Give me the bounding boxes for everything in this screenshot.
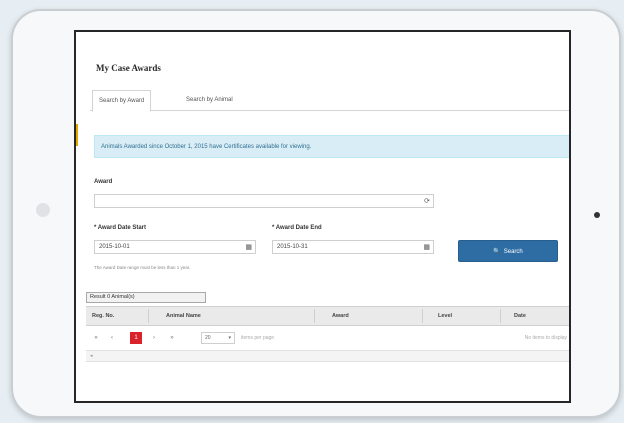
column-divider xyxy=(422,309,423,323)
per-page-value: 20 xyxy=(205,335,211,341)
tab-search-by-award[interactable]: Search by Award xyxy=(92,90,152,112)
date-end-value: 2015-10-31 xyxy=(277,244,308,250)
pager: « ‹ 1 › » 20 ▾ items per page No items t… xyxy=(86,328,569,350)
date-end-label: * Award Date End xyxy=(272,225,322,231)
refresh-icon[interactable]: ⟳ xyxy=(424,197,430,206)
next-page-button[interactable]: › xyxy=(148,332,160,344)
calendar-icon[interactable]: ▦ xyxy=(423,243,430,252)
last-page-button[interactable]: » xyxy=(166,332,178,344)
search-button-label: Search xyxy=(503,249,523,255)
date-end-input[interactable]: 2015-10-31 ▦ xyxy=(272,240,434,254)
home-icon xyxy=(36,203,50,217)
first-page-button[interactable]: « xyxy=(90,332,102,344)
date-start-value: 2015-10-01 xyxy=(99,244,130,250)
tab-search-by-animal[interactable]: Search by Animal xyxy=(180,90,239,110)
scroll-handle-icon[interactable]: ◂ xyxy=(90,351,93,361)
per-page-select[interactable]: 20 ▾ xyxy=(201,332,235,344)
chevron-down-icon: ▾ xyxy=(228,335,231,341)
date-start-label: * Award Date Start xyxy=(94,225,147,231)
grid-header: Reg. No. Animal Name Award Level Date xyxy=(86,306,569,326)
column-divider xyxy=(314,309,315,323)
date-range-hint: The Award Date range must be less than 1… xyxy=(94,265,191,270)
app-screen: My Case Awards Search by Award Search by… xyxy=(74,30,571,403)
column-award[interactable]: Award xyxy=(332,307,349,325)
column-divider xyxy=(148,309,149,323)
date-start-input[interactable]: 2015-10-01 ▦ xyxy=(94,240,256,254)
per-page-label: items per page xyxy=(241,335,275,341)
current-page[interactable]: 1 xyxy=(130,332,142,344)
tab-bar: Search by Award Search by Animal xyxy=(90,90,569,112)
column-date[interactable]: Date xyxy=(514,307,526,325)
calendar-icon[interactable]: ▦ xyxy=(245,243,252,252)
award-label: Award xyxy=(94,179,113,185)
column-reg-no[interactable]: Reg. No. xyxy=(92,307,114,325)
column-animal-name[interactable]: Animal Name xyxy=(166,307,201,325)
page-title: My Case Awards xyxy=(96,63,161,73)
award-input[interactable]: ⟳ xyxy=(94,194,434,208)
info-alert: Animals Awarded since October 1, 2015 ha… xyxy=(94,135,569,158)
camera-icon xyxy=(594,212,600,218)
column-level[interactable]: Level xyxy=(438,307,452,325)
search-button[interactable]: 🔍 Search xyxy=(458,240,558,262)
result-count: Result 0 Animal(s) xyxy=(86,292,206,303)
column-divider xyxy=(500,309,501,323)
accent-bar xyxy=(76,124,78,146)
search-icon: 🔍 xyxy=(493,249,501,255)
prev-page-button[interactable]: ‹ xyxy=(106,332,118,344)
no-items-text: No items to display xyxy=(524,335,567,341)
grid-footer: ◂ xyxy=(86,350,569,362)
